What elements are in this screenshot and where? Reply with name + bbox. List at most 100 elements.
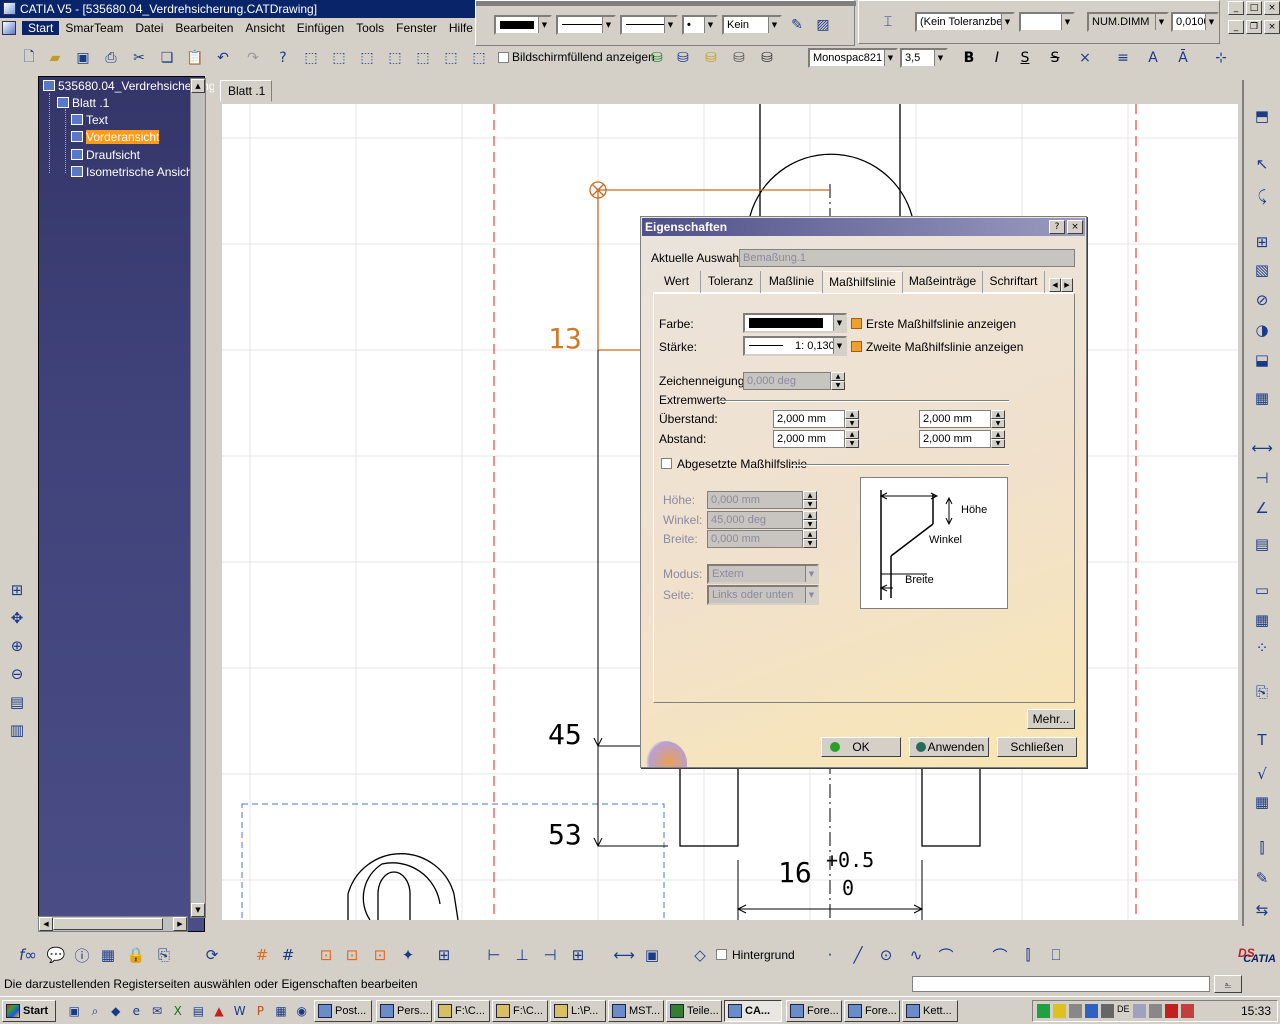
mehr-button[interactable]: Mehr... (1027, 709, 1075, 729)
dialog-help-button[interactable]: ? (1049, 220, 1065, 234)
dimension-45[interactable]: 45 (548, 718, 582, 751)
point-pattern-icon[interactable]: ⁘ (1250, 636, 1274, 660)
view-front-icon[interactable]: ⬚ (328, 47, 350, 69)
tray-usb-icon[interactable] (1149, 1004, 1162, 1018)
zoom-out-icon[interactable]: ⊖ (5, 662, 29, 686)
italic-button[interactable]: I (986, 47, 1008, 69)
analysis-icon[interactable]: ✦ (396, 943, 420, 967)
print-icon[interactable]: ⎙ (100, 47, 122, 69)
ql-ie-icon[interactable]: e (128, 1001, 145, 1021)
sheet-tab[interactable]: Blatt .1 (220, 80, 272, 102)
ueberstand-spinner-2[interactable]: ▲ ▼ (991, 410, 1005, 428)
canvas-vertical-scrollbar[interactable] (1242, 80, 1244, 926)
menu-fenster[interactable]: Fenster (390, 21, 443, 35)
tray-shield-icon[interactable] (1165, 1004, 1178, 1018)
table-edit-icon[interactable]: ▦ (96, 943, 120, 967)
tolerance-value-combo[interactable]: ▼ (1019, 12, 1075, 32)
ql-word-icon[interactable]: W (231, 1001, 248, 1021)
line-icon[interactable]: ╱ (846, 943, 870, 967)
dialog-title[interactable]: Eigenschaften (642, 218, 1085, 236)
doc-minimize-button[interactable]: _ (1228, 20, 1244, 34)
tab-masslinie[interactable]: Maßlinie (761, 271, 823, 293)
precision-combo[interactable]: 0,0100 ▼ (1171, 12, 1219, 32)
zeichenneigung-field[interactable]: 0,000 deg (743, 372, 831, 390)
fit-all-icon[interactable]: ⊞ (5, 578, 29, 602)
tree-item-text[interactable]: Text (71, 113, 108, 127)
task-explorer-f2[interactable]: F:\C... (492, 1000, 548, 1022)
dimension-icon[interactable]: ⟷ (1250, 436, 1274, 460)
cylinder-blue-icon[interactable]: ⛁ (672, 47, 694, 69)
task-pers[interactable]: Pers... (376, 1000, 432, 1022)
conic-icon[interactable]: ⌒ (934, 943, 958, 967)
redo-icon[interactable]: ↷ (242, 47, 264, 69)
command-input[interactable] (912, 976, 1210, 992)
tray-volume-icon[interactable] (1069, 1004, 1082, 1018)
abstand-field-2[interactable]: 2,000 mm (919, 430, 991, 448)
hintergrund-checkbox[interactable] (716, 949, 727, 960)
modus-combo[interactable]: Extern ▼ (707, 564, 819, 584)
close-button[interactable]: × (1264, 1, 1280, 15)
doc-close-button[interactable]: × (1264, 20, 1280, 34)
grid-table-icon[interactable]: ▦ (1250, 790, 1274, 814)
menu-bearbeiten[interactable]: Bearbeiten (169, 21, 239, 35)
abstand-field-1[interactable]: 2,000 mm (773, 430, 845, 448)
tolerance-icon[interactable]: ⌶ (877, 11, 899, 33)
select-icon[interactable]: ↖ (1250, 152, 1274, 176)
ql-powerpoint-icon[interactable]: P (252, 1001, 269, 1021)
current-selection-combo[interactable]: Bemaßung.1 (739, 249, 1075, 267)
tab-schriftart[interactable]: Schriftart (983, 271, 1045, 293)
text-icon[interactable]: T (1250, 728, 1274, 752)
underline-button[interactable]: S (1014, 47, 1036, 69)
breite-spinner[interactable]: ▲ ▼ (803, 530, 817, 548)
view-top-icon[interactable]: ⬚ (356, 47, 378, 69)
dimension-13[interactable]: 13 (548, 322, 582, 355)
help-icon[interactable]: ? (272, 47, 294, 69)
zweite-masshilfslinie-checkbox[interactable] (851, 341, 862, 352)
color-combo[interactable]: ▼ (494, 15, 552, 35)
menu-smarteam[interactable]: SmarTeam (59, 21, 129, 35)
tab-masshilfslinie[interactable]: Maßhilfslinie (823, 271, 903, 293)
ql-catia-icon[interactable]: ◆ (107, 1001, 124, 1021)
view-layout-icon[interactable]: ⊞ (1250, 230, 1274, 254)
document-icon[interactable] (2, 21, 16, 35)
text-frame-icon[interactable]: Ā (1172, 47, 1194, 69)
abstand-spinner-1[interactable]: ▲ ▼ (845, 430, 859, 448)
view-iso-icon[interactable]: ⬚ (300, 47, 322, 69)
view-right-icon[interactable]: ⬚ (384, 47, 406, 69)
zoom-in-icon[interactable]: ⊕ (5, 634, 29, 658)
seite-combo[interactable]: Links oder unten ▼ (707, 585, 819, 605)
offset-icon[interactable]: ⎕ (1044, 943, 1068, 967)
hatch-icon[interactable]: ▨ (812, 14, 834, 36)
cylinder-green-icon[interactable]: ⛁ (646, 47, 668, 69)
task-fore-1[interactable]: Fore... (786, 1000, 842, 1022)
task-explorer-l[interactable]: L:\P... (550, 1000, 606, 1022)
menu-start[interactable]: Start (22, 21, 60, 35)
thickness-combo[interactable]: ▼ (620, 15, 678, 35)
bold-button[interactable]: B (958, 47, 980, 69)
ql-outlook-icon[interactable]: ✉ (149, 1001, 166, 1021)
tray-lan-icon[interactable] (1101, 1004, 1114, 1018)
cylinder-dark-icon[interactable]: ⛁ (756, 47, 778, 69)
doc-restore-button[interactable]: ❐ (1246, 20, 1262, 34)
open-icon[interactable]: ▰ (44, 47, 66, 69)
command-button[interactable]: ⎁ (1214, 975, 1242, 993)
paste-icon[interactable]: 📋 (184, 47, 206, 69)
axis-icon[interactable]: ⫿ (1250, 836, 1274, 860)
undo-icon[interactable]: ↶ (212, 47, 234, 69)
sheet-view-icon[interactable]: ▥ (5, 718, 29, 742)
tree-horizontal-scrollbar[interactable]: ◀ ▶ (38, 916, 188, 932)
tree-item-vorderansicht[interactable]: Vorderansicht (71, 130, 160, 144)
save-icon[interactable]: ▣ (72, 47, 94, 69)
menu-tools[interactable]: Tools (350, 21, 390, 35)
angle-dim-icon[interactable]: ∠ (1250, 496, 1274, 520)
ql-project-icon[interactable]: ▤ (190, 1001, 207, 1021)
dimension-gen-icon[interactable]: ⊣ (1250, 466, 1274, 490)
align-v-icon[interactable]: ⊥ (510, 943, 534, 967)
cylinder-grey-icon[interactable]: ⛁ (728, 47, 750, 69)
tray-alert-icon[interactable] (1181, 1004, 1194, 1018)
pattern-icon[interactable]: ▦ (1250, 608, 1274, 632)
tab-masseintraege[interactable]: Maßeinträge (903, 271, 983, 293)
superscript-icon[interactable]: × (1074, 47, 1096, 69)
comment-icon[interactable]: 💬 (44, 943, 68, 967)
centerline-icon[interactable]: ⇆ (1250, 898, 1274, 922)
